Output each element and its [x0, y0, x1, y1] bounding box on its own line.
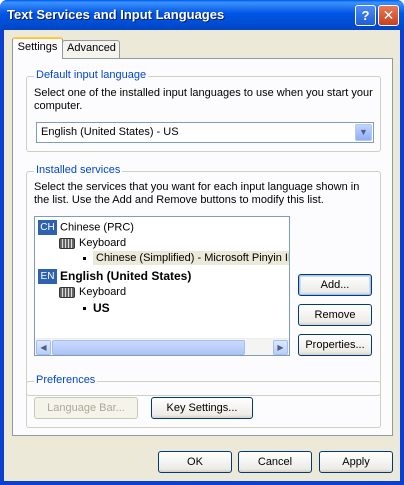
- tree-item-category[interactable]: Keyboard: [59, 286, 126, 298]
- tree-item-service[interactable]: US: [83, 301, 110, 315]
- scroll-thumb[interactable]: [52, 340, 245, 355]
- installed-services-legend: Installed services: [34, 164, 123, 176]
- ok-button[interactable]: OK: [158, 451, 232, 473]
- preferences-legend: Preferences: [34, 374, 98, 386]
- default-input-language-legend: Default input language: [34, 69, 149, 81]
- category-name: Keyboard: [79, 286, 127, 298]
- default-language-dropdown[interactable]: English (United States) - US ▼: [36, 122, 374, 143]
- tab-settings[interactable]: Settings: [12, 37, 63, 59]
- window-title: Text Services and Input Languages: [7, 7, 225, 22]
- tab-advanced-label: Advanced: [67, 42, 116, 54]
- horizontal-scrollbar[interactable]: ◀ ▶: [35, 338, 289, 355]
- title-bar[interactable]: Text Services and Input Languages ? ✕: [0, 0, 404, 30]
- language-badge: CH: [38, 220, 57, 235]
- service-name: US: [93, 301, 110, 315]
- tree-item-category[interactable]: Keyboard: [59, 237, 126, 249]
- language-name: English (United States): [60, 269, 192, 283]
- tab-settings-label: Settings: [17, 41, 58, 53]
- installed-services-tree[interactable]: CH Chinese (PRC) Keyboard Chinese (Simpli…: [34, 216, 290, 356]
- bullet-icon: [83, 256, 86, 260]
- properties-button-label: Properties...: [305, 339, 365, 351]
- category-name: Keyboard: [79, 237, 127, 249]
- add-button-label: Add...: [320, 279, 350, 291]
- remove-button[interactable]: Remove: [298, 304, 372, 326]
- scroll-left-icon[interactable]: ◀: [36, 340, 51, 355]
- cancel-button-label: Cancel: [257, 456, 293, 468]
- add-button[interactable]: Add...: [298, 274, 372, 296]
- help-icon: ?: [361, 8, 370, 23]
- service-name: Chinese (Simplified) - Microsoft Pinyin …: [93, 251, 289, 265]
- tree-item-service[interactable]: Chinese (Simplified) - Microsoft Pinyin …: [83, 251, 289, 265]
- language-bar-button-label: Language Bar...: [47, 402, 125, 414]
- help-button[interactable]: ?: [355, 5, 376, 26]
- close-icon: ✕: [382, 7, 395, 23]
- chevron-down-icon[interactable]: ▼: [355, 124, 372, 141]
- language-name: Chinese (PRC): [60, 221, 134, 234]
- dialog-window: Text Services and Input Languages ? ✕ Se…: [0, 0, 404, 485]
- tab-advanced[interactable]: Advanced: [62, 40, 120, 58]
- language-badge: EN: [38, 269, 57, 285]
- apply-button-label: Apply: [342, 456, 370, 468]
- key-settings-button-label: Key Settings...: [166, 402, 238, 414]
- close-button[interactable]: ✕: [378, 5, 399, 26]
- remove-button-label: Remove: [314, 309, 356, 321]
- scroll-right-icon[interactable]: ▶: [273, 340, 288, 355]
- default-input-language-description: Select one of the installed input langua…: [34, 87, 373, 112]
- cancel-button[interactable]: Cancel: [238, 451, 312, 473]
- properties-button[interactable]: Properties...: [298, 334, 372, 356]
- keyboard-icon: [59, 237, 75, 249]
- apply-button[interactable]: Apply: [319, 451, 393, 473]
- tree-item-language[interactable]: CH Chinese (PRC): [38, 220, 134, 235]
- dialog-client: Settings Advanced Default input language…: [4, 30, 400, 481]
- ok-button-label: OK: [187, 456, 203, 468]
- tree-item-language[interactable]: EN English (United States): [38, 269, 192, 285]
- key-settings-button[interactable]: Key Settings...: [151, 397, 253, 419]
- keyboard-icon: [59, 286, 75, 298]
- installed-services-description: Select the services that you want for ea…: [34, 181, 360, 206]
- default-language-value: English (United States) - US: [41, 126, 179, 138]
- language-bar-button[interactable]: Language Bar...: [34, 397, 138, 419]
- bullet-icon: [83, 307, 86, 311]
